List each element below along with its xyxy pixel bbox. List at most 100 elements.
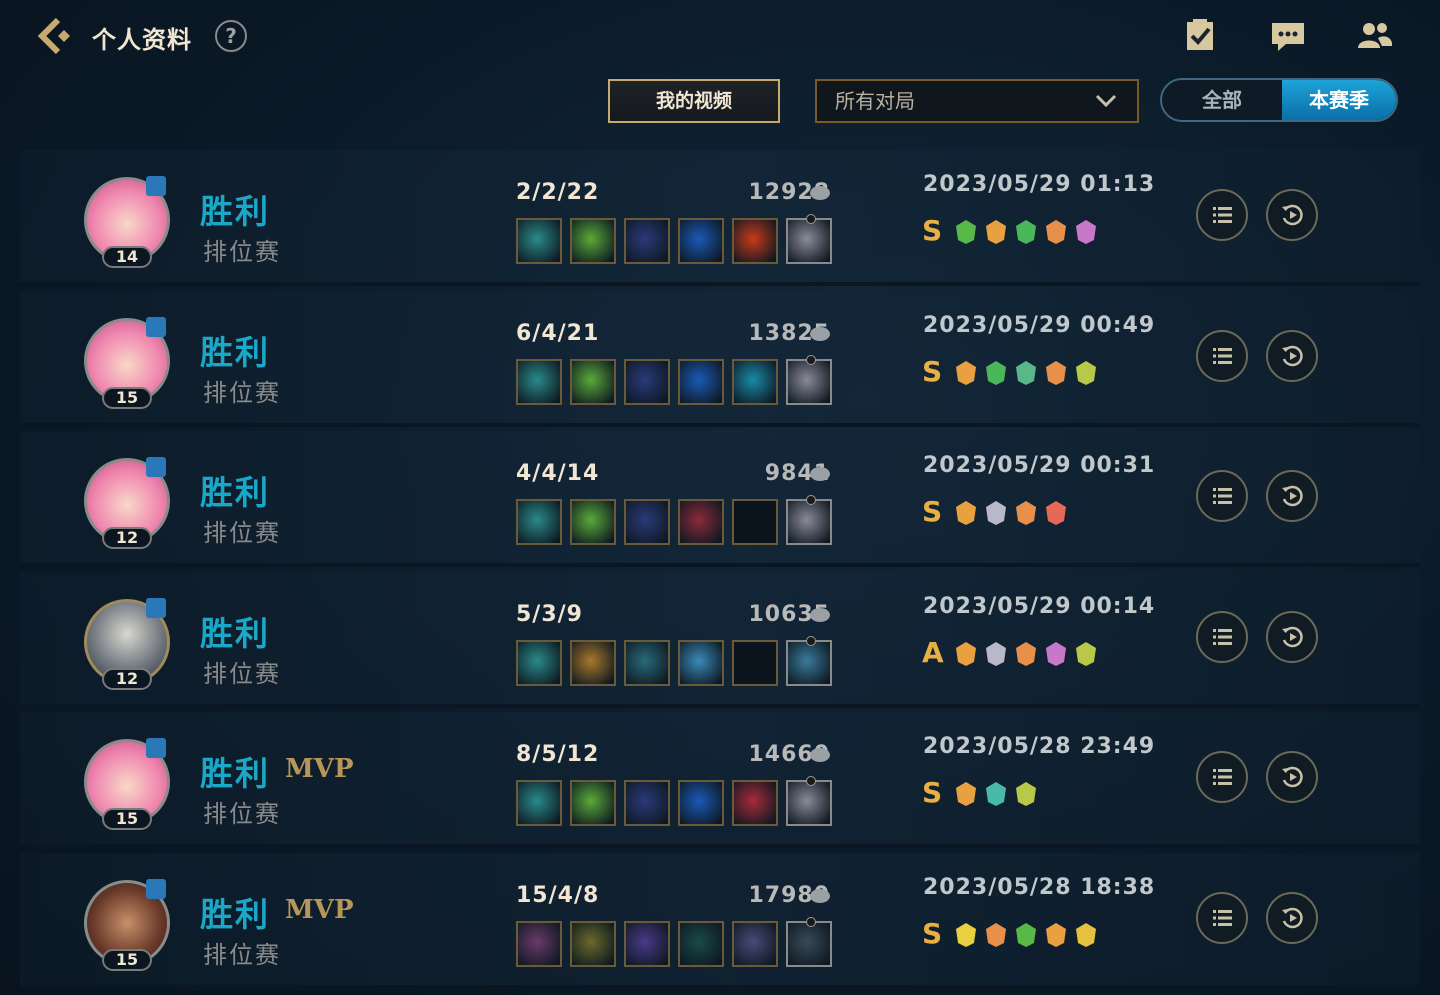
- achievement-badge-icon[interactable]: [982, 640, 1010, 668]
- replay-button[interactable]: [1266, 891, 1318, 944]
- replay-button[interactable]: [1266, 189, 1318, 241]
- match-row[interactable]: 15 胜利 MVP 排位赛 15/4/8 17980 2023/05/28 18:38 S: [20, 852, 1420, 989]
- achievement-badge-icon[interactable]: [952, 499, 980, 527]
- hook-item-icon[interactable]: [516, 358, 562, 405]
- achievement-badge-icon[interactable]: [1012, 640, 1040, 668]
- teal-arrow-item-icon[interactable]: [678, 920, 724, 967]
- achievement-badge-icon[interactable]: [1072, 921, 1100, 949]
- green-leaf-item-icon[interactable]: [570, 358, 616, 405]
- achievement-badge-icon[interactable]: [952, 921, 980, 949]
- match-row[interactable]: 14 胜利 排位赛 2/2/22 12928 2023/05/29 01:13 S: [20, 150, 1420, 286]
- red-orb-item-icon[interactable]: [732, 218, 778, 264]
- achievement-badge-icon[interactable]: [1042, 359, 1070, 387]
- achievement-badge-icon[interactable]: [1012, 921, 1040, 949]
- blue-blade-item-icon[interactable]: [624, 780, 670, 826]
- trinket-flag-icon[interactable]: [786, 354, 832, 405]
- achievement-badge-icon[interactable]: [952, 780, 980, 808]
- green-leaf-item-icon[interactable]: [570, 780, 616, 826]
- achievement-badge-icon[interactable]: [982, 921, 1010, 949]
- achievement-badge-icon[interactable]: [1012, 359, 1040, 387]
- achievement-badge-icon[interactable]: [952, 359, 980, 387]
- violet-spear-item-icon[interactable]: [624, 920, 670, 967]
- match-row[interactable]: 12 胜利 排位赛 4/4/14 9841 2023/05/29 00:31 S: [20, 431, 1420, 567]
- tab-this-season[interactable]: 本赛季: [1282, 80, 1396, 120]
- trinket-flag-icon[interactable]: [786, 776, 832, 826]
- help-button[interactable]: ?: [215, 20, 247, 52]
- empty-item-slot[interactable]: [732, 499, 778, 545]
- match-type-value: 所有对局: [835, 89, 915, 113]
- trinket-flag-icon[interactable]: [786, 495, 832, 545]
- achievement-badge-icon[interactable]: [1072, 218, 1100, 246]
- purple-helm-item-icon[interactable]: [732, 920, 778, 967]
- replay-button[interactable]: [1266, 751, 1318, 803]
- achievement-badge-icon[interactable]: [1072, 359, 1100, 387]
- hook-item-icon[interactable]: [516, 499, 562, 545]
- trinket-lantern-icon[interactable]: [786, 635, 832, 686]
- match-row[interactable]: 15 胜利 MVP 排位赛 8/5/12 14660 2023/05/28 23:49 S: [20, 712, 1420, 848]
- achievement-badge-icon[interactable]: [1012, 499, 1040, 527]
- achievement-badge-icon[interactable]: [1042, 218, 1070, 246]
- replay-button[interactable]: [1266, 610, 1318, 663]
- blue-blade-item-icon[interactable]: [624, 358, 670, 405]
- match-details-button[interactable]: [1196, 610, 1248, 663]
- match-row[interactable]: 15 胜利 排位赛 6/4/21 13825 2023/05/29 00:49 S: [20, 290, 1420, 427]
- party-icon: [146, 316, 166, 337]
- achievement-badge-icon[interactable]: [952, 640, 980, 668]
- achievement-badge-icon[interactable]: [982, 359, 1010, 387]
- blue-blade-item-icon[interactable]: [624, 218, 670, 264]
- match-details-button[interactable]: [1196, 751, 1248, 803]
- blue-serpent-item-icon[interactable]: [678, 780, 724, 826]
- replay-icon: [1282, 345, 1303, 366]
- empty-item-slot[interactable]: [732, 639, 778, 686]
- red-mask-item-icon[interactable]: [732, 780, 778, 826]
- list-icon: [1213, 909, 1232, 926]
- hook-item-icon[interactable]: [516, 780, 562, 826]
- performance-grade: S: [922, 214, 943, 247]
- achievement-badge-icon[interactable]: [982, 499, 1010, 527]
- achievement-badge-icon[interactable]: [1042, 499, 1070, 527]
- my-videos-button[interactable]: 我的视频: [608, 79, 780, 123]
- match-details-button[interactable]: [1196, 329, 1248, 382]
- replay-button[interactable]: [1266, 470, 1318, 522]
- hook-item-icon[interactable]: [516, 218, 562, 264]
- kda: 6/4/21: [516, 320, 600, 346]
- back-arrow-icon[interactable]: [34, 14, 78, 58]
- achievement-badge-icon[interactable]: [1072, 640, 1100, 668]
- blue-serpent-item-icon[interactable]: [678, 358, 724, 405]
- yellow-blade-item-icon[interactable]: [570, 920, 616, 967]
- season-toggle: 全部 本赛季: [1160, 78, 1398, 122]
- achievement-badge-icon[interactable]: [1042, 921, 1070, 949]
- achievement-badge-icon[interactable]: [1012, 218, 1040, 246]
- red-book-item-icon[interactable]: [678, 499, 724, 545]
- blue-blade-item-icon[interactable]: [624, 499, 670, 545]
- tab-all[interactable]: 全部: [1162, 80, 1282, 120]
- achievement-badge-icon[interactable]: [982, 780, 1010, 808]
- replay-icon: [1282, 204, 1303, 226]
- achievement-badge-icon[interactable]: [952, 218, 980, 246]
- trinket-orb-icon[interactable]: [786, 916, 832, 967]
- missions-checklist-icon[interactable]: [1182, 18, 1218, 54]
- achievement-badge-icon[interactable]: [1042, 640, 1070, 668]
- match-row[interactable]: 12 胜利 排位赛 5/3/9 10635 2023/05/29 00:14 A: [20, 571, 1420, 708]
- gold-armor-item-icon[interactable]: [570, 639, 616, 686]
- match-details-button[interactable]: [1196, 189, 1248, 241]
- friends-icon[interactable]: [1357, 18, 1393, 54]
- green-leaf-item-icon[interactable]: [570, 499, 616, 545]
- chat-icon[interactable]: [1270, 18, 1306, 54]
- match-type-select[interactable]: 所有对局: [815, 79, 1139, 123]
- match-details-button[interactable]: [1196, 891, 1248, 944]
- green-leaf-item-icon[interactable]: [570, 218, 616, 264]
- blue-serpent-item-icon[interactable]: [678, 218, 724, 264]
- teal-plate-item-icon[interactable]: [624, 639, 670, 686]
- hook-item-icon[interactable]: [516, 639, 562, 686]
- purple-claw-item-icon[interactable]: [516, 920, 562, 967]
- round-shield-item-icon[interactable]: [678, 639, 724, 686]
- match-details-button[interactable]: [1196, 470, 1248, 522]
- gold-coin-icon: [810, 607, 830, 622]
- achievement-badge-icon[interactable]: [1012, 780, 1040, 808]
- trinket-flag-icon[interactable]: [786, 214, 832, 264]
- achievement-badge-icon[interactable]: [982, 218, 1010, 246]
- teal-spirit-item-icon[interactable]: [732, 358, 778, 405]
- replay-button[interactable]: [1266, 329, 1318, 382]
- party-icon: [146, 457, 166, 477]
